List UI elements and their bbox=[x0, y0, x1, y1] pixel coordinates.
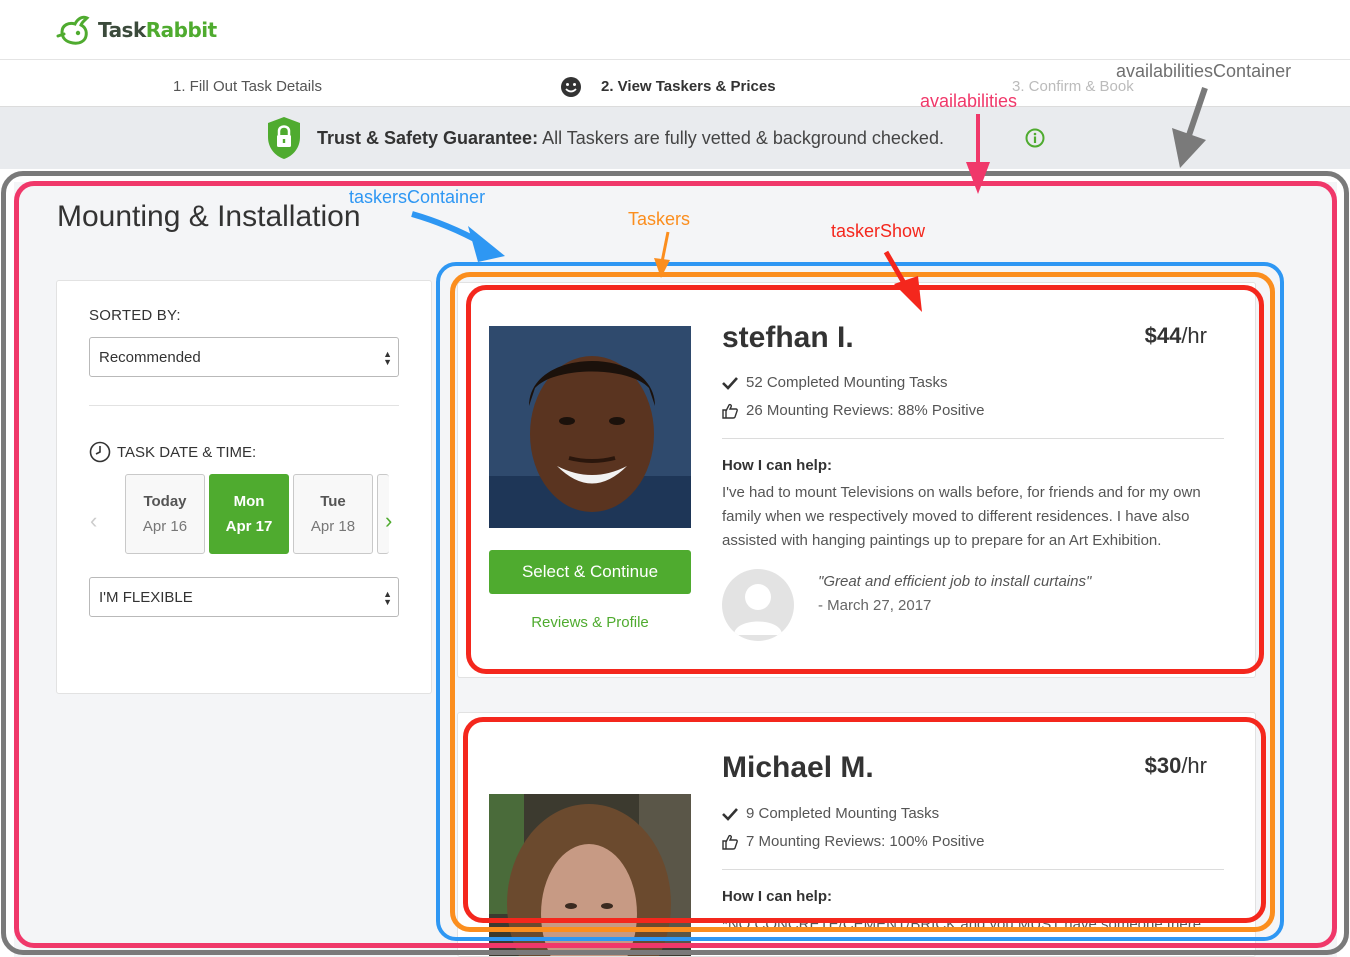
day-date: Apr 16 bbox=[142, 518, 188, 535]
label-taskers-container: taskersContainer bbox=[349, 187, 486, 207]
top-navbar: TaskRabbit bbox=[0, 0, 1350, 60]
help-description: *NO CONCRETE/CEMENT/BRICK and you MUST h… bbox=[722, 916, 1202, 933]
help-heading: How I can help: bbox=[722, 457, 833, 474]
time-select-value: I'M FLEXIBLE bbox=[99, 589, 193, 606]
help-heading: How I can help: bbox=[722, 888, 833, 905]
card-divider bbox=[722, 869, 1224, 870]
task-date-label: TASK DATE & TIME: bbox=[117, 443, 257, 461]
checkmark-icon bbox=[722, 807, 738, 821]
tasker-card: stefhan I. $44/hr 52 Completed Mounting … bbox=[457, 282, 1256, 678]
label-taskers: Taskers bbox=[628, 209, 691, 229]
shield-lock-icon bbox=[268, 117, 300, 159]
sort-select[interactable]: Recommended ▲ ▼ bbox=[89, 337, 399, 377]
day-name: Mon bbox=[233, 493, 265, 510]
label-tasker-show: taskerShow bbox=[831, 221, 926, 241]
smiley-icon bbox=[561, 77, 581, 97]
tasker-name[interactable]: Michael M. bbox=[722, 751, 874, 785]
thumbs-up-icon bbox=[722, 403, 738, 419]
mounting-reviews-text: 7 Mounting Reviews: 100% Positive bbox=[746, 833, 985, 850]
sidebar-divider bbox=[89, 405, 399, 406]
tasker-photo[interactable] bbox=[489, 794, 691, 957]
label-availabilities: availabilities bbox=[920, 91, 1018, 111]
mounting-reviews: 26 Mounting Reviews: 88% Positive bbox=[722, 402, 984, 419]
completed-tasks: 52 Completed Mounting Tasks bbox=[722, 374, 948, 391]
logo-wordmark: TaskRabbit bbox=[98, 18, 217, 42]
tasker-rate: $44/hr bbox=[1144, 323, 1207, 348]
label-availabilities-container: availabilitiesContainer bbox=[1116, 61, 1292, 81]
tasker-card: Michael M. $30/hr 9 Completed Mounting T… bbox=[457, 712, 1256, 957]
checkmark-icon bbox=[722, 376, 738, 390]
day-date: Apr 18 bbox=[310, 518, 356, 535]
next-dates-chevron-icon[interactable]: › bbox=[385, 508, 392, 534]
taskrabbit-logo[interactable]: TaskRabbit bbox=[56, 14, 217, 46]
step-view-taskers: 2. View Taskers & Prices bbox=[601, 78, 776, 95]
mounting-reviews: 7 Mounting Reviews: 100% Positive bbox=[722, 833, 984, 850]
page-title: Mounting & Installation bbox=[57, 200, 361, 233]
task-date-heading: TASK DATE & TIME: bbox=[89, 441, 256, 463]
completed-tasks: 9 Completed Mounting Tasks bbox=[722, 805, 939, 822]
card-divider bbox=[722, 438, 1224, 439]
step-fill-out-details: 1. Fill Out Task Details bbox=[173, 78, 322, 95]
time-select[interactable]: I'M FLEXIBLE ▲ ▼ bbox=[89, 577, 399, 617]
help-description: I've had to mount Televisions on walls b… bbox=[722, 484, 1201, 549]
day-option-tue[interactable]: Tue Apr 18 bbox=[293, 474, 373, 554]
select-arrows-icon: ▲ ▼ bbox=[383, 349, 392, 367]
tasker-rate: $30/hr bbox=[1144, 753, 1207, 778]
clock-icon bbox=[89, 441, 111, 463]
review-quote: "Great and efficient job to install curt… bbox=[818, 573, 1092, 590]
completed-tasks-text: 52 Completed Mounting Tasks bbox=[746, 374, 948, 391]
mounting-reviews-text: 26 Mounting Reviews: 88% Positive bbox=[746, 402, 985, 419]
completed-tasks-text: 9 Completed Mounting Tasks bbox=[746, 805, 940, 822]
filters-sidebar: SORTED BY: Recommended ▲ ▼ TASK DATE & TI… bbox=[56, 280, 432, 694]
default-user-icon bbox=[734, 584, 782, 635]
day-option-today[interactable]: Today Apr 16 bbox=[125, 474, 205, 554]
reviews-profile-link[interactable]: Reviews & Profile bbox=[489, 614, 691, 631]
day-name: Today bbox=[143, 493, 187, 510]
sort-select-value: Recommended bbox=[99, 349, 201, 366]
info-icon[interactable] bbox=[1025, 128, 1045, 148]
select-arrows-icon: ▲ ▼ bbox=[383, 589, 392, 607]
prev-dates-chevron-icon[interactable]: ‹ bbox=[90, 508, 97, 534]
day-option-mon[interactable]: Mon Apr 17 bbox=[209, 474, 289, 554]
tasker-photo[interactable] bbox=[489, 326, 691, 528]
rabbit-logo-icon bbox=[56, 15, 90, 45]
reviewer-avatar bbox=[722, 569, 794, 641]
day-date: Apr 17 bbox=[225, 518, 273, 535]
select-continue-button[interactable]: Select & Continue bbox=[489, 550, 691, 594]
review-date: - March 27, 2017 bbox=[818, 597, 932, 614]
trust-safety-text: Trust & Safety Guarantee: All Taskers ar… bbox=[317, 128, 944, 148]
sort-label: SORTED BY: bbox=[89, 307, 181, 324]
tasker-name[interactable]: stefhan I. bbox=[722, 321, 854, 355]
day-name: Tue bbox=[320, 493, 346, 510]
thumbs-up-icon bbox=[722, 834, 738, 850]
